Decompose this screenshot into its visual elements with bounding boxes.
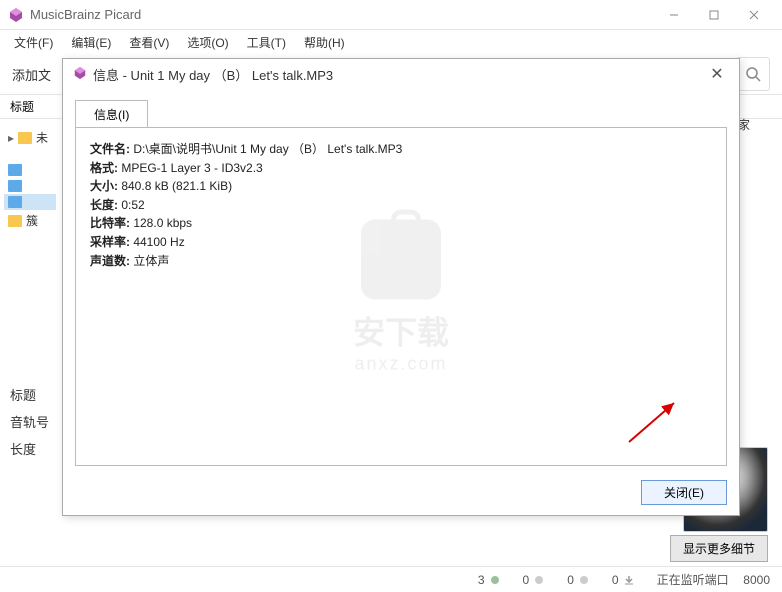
status-count-4: 0: [612, 573, 635, 587]
folder-icon: [18, 132, 32, 144]
menu-view[interactable]: 查看(V): [121, 31, 177, 54]
add-files-button[interactable]: 添加文: [12, 65, 51, 84]
menu-help[interactable]: 帮助(H): [296, 31, 353, 54]
file-icon: [8, 164, 22, 176]
size-label: 大小:: [90, 179, 118, 193]
menu-file[interactable]: 文件(F): [6, 31, 61, 54]
dialog-tabs: 信息(I): [75, 99, 727, 127]
info-dialog: 信息 - Unit 1 My day （B） Let's talk.MP3 ✕ …: [62, 58, 740, 516]
samplerate-value: 44100 Hz: [130, 235, 185, 249]
format-value: MPEG-1 Layer 3 - ID3v2.3: [118, 161, 263, 175]
length-value: 0:52: [118, 198, 145, 212]
close-button[interactable]: 关闭(E): [641, 480, 727, 505]
channels-value: 立体声: [130, 254, 169, 268]
filename-label: 文件名:: [90, 142, 130, 156]
show-details-button[interactable]: 显示更多细节: [670, 535, 768, 562]
panel-length-label: 长度: [10, 435, 49, 462]
status-count-2: 0: [523, 573, 546, 587]
format-label: 格式:: [90, 161, 118, 175]
close-window-button[interactable]: [734, 1, 774, 29]
search-button[interactable]: [736, 57, 770, 91]
dialog-title: 信息 - Unit 1 My day （B） Let's talk.MP3: [93, 65, 705, 84]
tree-item-clusters[interactable]: 簇: [4, 210, 56, 231]
folder-icon: [8, 215, 22, 227]
dialog-icon: [73, 66, 87, 83]
app-title: MusicBrainz Picard: [30, 7, 654, 22]
filename-value: D:\桌面\说明书\Unit 1 My day （B） Let's talk.M…: [130, 142, 402, 156]
bitrate-label: 比特率:: [90, 216, 130, 230]
watermark-text-2: anxz.com: [353, 353, 449, 374]
size-value: 840.8 kB (821.1 KiB): [118, 179, 232, 193]
tree-file-item[interactable]: [4, 178, 56, 194]
channels-label: 声道数:: [90, 254, 130, 268]
tree-file-item-selected[interactable]: [4, 194, 56, 210]
metadata-panel-labels: 标题 音轨号 长度: [10, 381, 49, 462]
statusbar: 3 0 0 0 正在监听端口 8000: [0, 566, 782, 592]
tree-item-label: 未: [36, 129, 48, 146]
tree-item-label: 簇: [26, 212, 38, 229]
menu-tools[interactable]: 工具(T): [239, 31, 294, 54]
app-icon: [8, 7, 24, 23]
dialog-footer: 关闭(E): [63, 474, 739, 515]
menu-edit[interactable]: 编辑(E): [63, 31, 119, 54]
dialog-titlebar: 信息 - Unit 1 My day （B） Let's talk.MP3 ✕: [63, 59, 739, 89]
bitrate-value: 128.0 kbps: [130, 216, 192, 230]
samplerate-label: 采样率:: [90, 235, 130, 249]
status-listening: 正在监听端口 8000: [657, 571, 770, 588]
dialog-close-icon[interactable]: ✕: [705, 62, 729, 86]
length-label: 长度:: [90, 198, 118, 212]
watermark-text-1: 安下载: [353, 307, 449, 353]
annotation-arrow-icon: [624, 397, 684, 447]
panel-title-label: 标题: [10, 381, 49, 408]
titlebar: MusicBrainz Picard: [0, 0, 782, 30]
menu-options[interactable]: 选项(O): [179, 31, 236, 54]
status-count-1: 3: [478, 573, 501, 587]
tree-file-item[interactable]: [4, 162, 56, 178]
menubar: 文件(F) 编辑(E) 查看(V) 选项(O) 工具(T) 帮助(H): [0, 30, 782, 54]
panel-track-label: 音轨号: [10, 408, 49, 435]
info-panel: 文件名: D:\桌面\说明书\Unit 1 My day （B） Let's t…: [75, 127, 727, 466]
tree-item-unclustered[interactable]: ▸ 未: [4, 127, 56, 148]
minimize-button[interactable]: [654, 1, 694, 29]
file-icon: [8, 196, 22, 208]
file-icon: [8, 180, 22, 192]
tree-header: 标题: [10, 100, 34, 114]
window-controls: [654, 1, 774, 29]
maximize-button[interactable]: [694, 1, 734, 29]
status-count-3: 0: [567, 573, 590, 587]
tab-info[interactable]: 信息(I): [75, 100, 148, 128]
